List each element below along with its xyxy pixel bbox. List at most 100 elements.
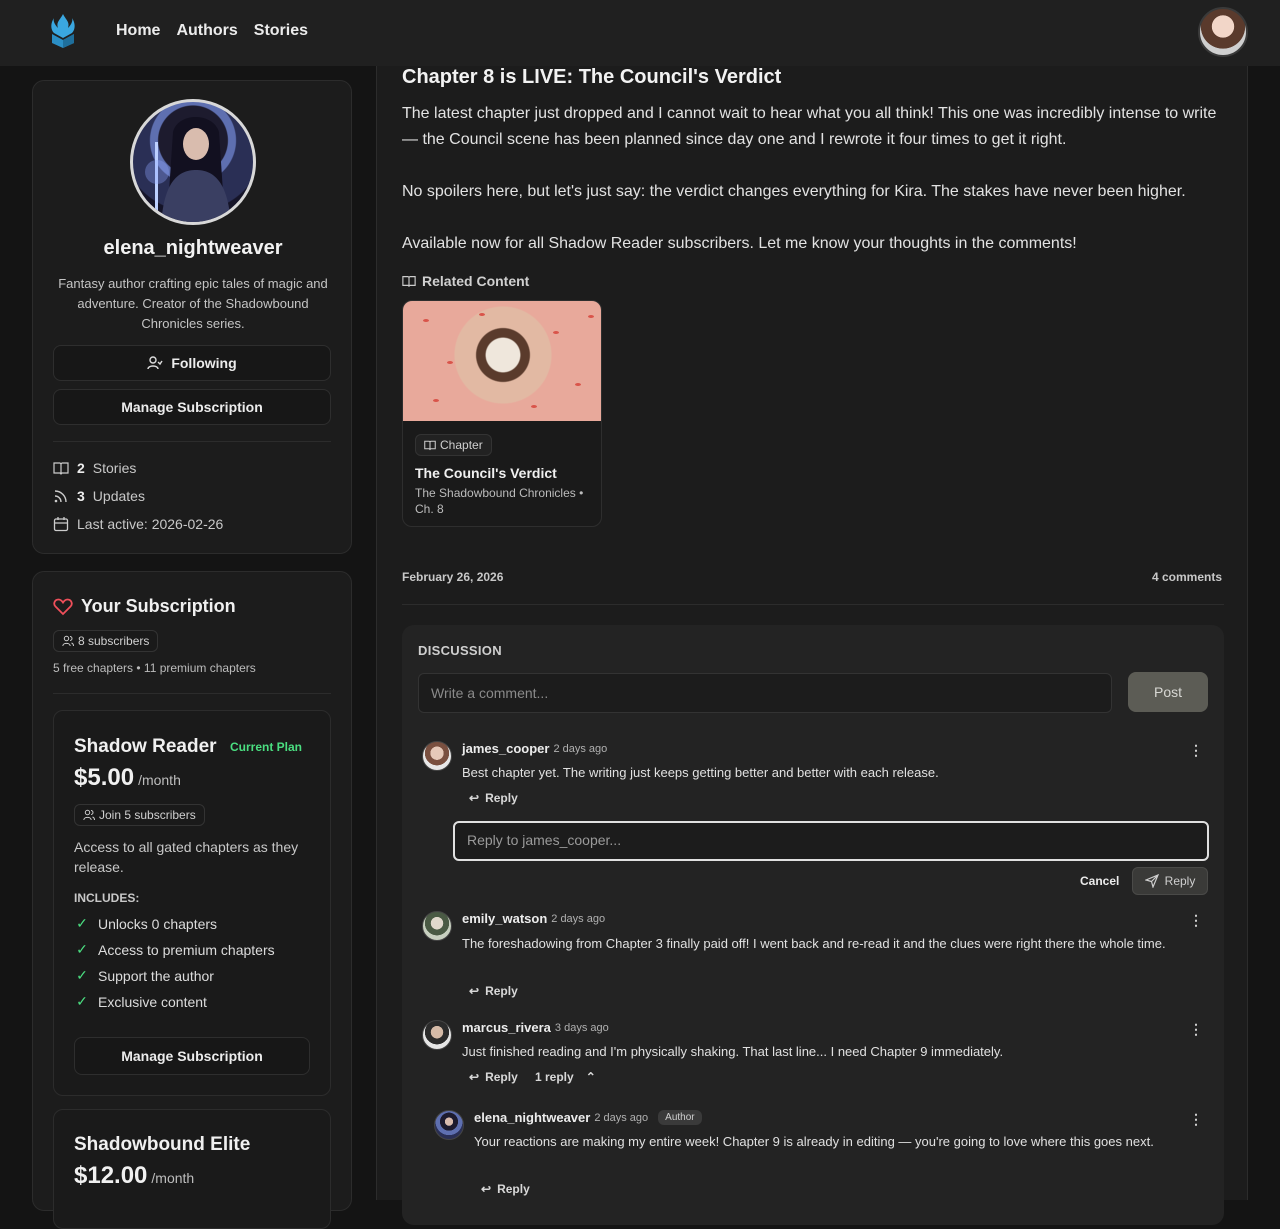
subscription-title-text: Your Subscription <box>81 596 236 616</box>
plan-period: /month <box>138 772 181 788</box>
subscribers-badge: 8 subscribers <box>53 630 159 652</box>
feature-text: Unlocks 0 chapters <box>98 915 218 932</box>
related-chapter-card[interactable]: Chapter The Council's Verdict The Shadow… <box>402 300 602 527</box>
subscription-card: Your Subscription 8 subscribers 5 free c… <box>32 571 352 1229</box>
reply-link[interactable]: ↩ Reply <box>469 984 518 998</box>
plan-manage-subscription-button[interactable]: Manage Subscription <box>74 1037 310 1075</box>
comment-text: The foreshadowing from Chapter 3 finally… <box>462 936 1166 951</box>
author-portrait-icon <box>145 117 231 222</box>
nav-authors[interactable]: Authors <box>176 22 237 40</box>
logo-icon[interactable] <box>48 12 78 48</box>
comments-count: 4 comments <box>1151 570 1222 584</box>
reply-label: Reply <box>497 1182 530 1196</box>
commenter-avatar[interactable] <box>422 741 452 771</box>
commenter-avatar[interactable] <box>422 1020 452 1050</box>
related-title: The Council's Verdict <box>415 465 557 481</box>
commenter-avatar[interactable] <box>434 1110 464 1140</box>
nav-home[interactable]: Home <box>116 22 160 40</box>
plan-price: $5.00/month <box>74 764 181 792</box>
heart-icon <box>53 598 73 615</box>
comment-header: elena_nightweaver 2 days ago Author <box>474 1110 702 1125</box>
check-icon: ✓ <box>76 941 88 957</box>
comment-time: 2 days ago <box>551 912 606 925</box>
post-paragraph: Available now for all Shadow Reader subs… <box>402 235 1077 252</box>
related-content-label: Related Content <box>402 273 529 289</box>
updates-count: 3 <box>77 488 85 504</box>
user-avatar[interactable] <box>1198 7 1248 57</box>
related-subtitle: The Shadowbound Chronicles • Ch. 8 <box>415 486 584 516</box>
comment-time: 3 days ago <box>554 1021 609 1034</box>
stories-stat[interactable]: 2 Stories <box>53 460 136 476</box>
toggle-replies-button[interactable]: 1 reply ⌃ <box>535 1070 596 1084</box>
last-active-stat: Last active: 2026-02-26 <box>53 516 223 532</box>
plan-feature: ✓ Unlocks 0 chapters <box>74 915 217 932</box>
plan-feature: ✓ Support the author <box>74 967 214 984</box>
author-profile-card: elena_nightweaver Fantasy author craftin… <box>32 80 352 554</box>
petal <box>423 319 429 322</box>
comment-username[interactable]: marcus_rivera <box>462 1020 551 1035</box>
plan-price-value: $12.00 <box>74 1162 148 1189</box>
petal <box>575 383 581 386</box>
main-nav: Home Authors Stories <box>116 22 308 40</box>
plan-feature: ✓ Exclusive content <box>74 993 207 1010</box>
comment-text: Best chapter yet. The writing just keeps… <box>462 765 939 780</box>
plan-price: $12.00/month <box>74 1162 194 1190</box>
comment-menu-icon[interactable]: ⋮ <box>1189 742 1203 759</box>
comment-username[interactable]: emily_watson <box>462 911 547 926</box>
send-icon <box>1144 874 1159 888</box>
commenter-avatar[interactable] <box>422 911 452 941</box>
subscription-title: Your Subscription <box>53 596 236 617</box>
comment-menu-icon[interactable]: ⋮ <box>1189 1021 1203 1038</box>
reply-label: Reply <box>485 984 518 998</box>
reply-arrow-icon: ↩ <box>469 1070 480 1084</box>
comment-text: Just finished reading and I'm physically… <box>462 1044 1004 1059</box>
comment-input[interactable]: Write a comment... <box>418 673 1112 713</box>
chapter-tag: Chapter <box>415 434 492 456</box>
author-badge: Author <box>658 1110 702 1125</box>
comment-username[interactable]: james_cooper <box>462 741 549 756</box>
comment-header: james_cooper 2 days ago <box>462 741 607 756</box>
feature-text: Support the author <box>98 967 214 984</box>
manage-subscription-button[interactable]: Manage Subscription <box>53 389 331 425</box>
manage-subscription-label: Manage Subscription <box>121 399 263 415</box>
post-comment-button[interactable]: Post <box>1128 672 1208 712</box>
comment-menu-icon[interactable]: ⋮ <box>1189 1111 1203 1128</box>
post-paragraph: The latest chapter just dropped and I ca… <box>402 105 1217 148</box>
reply-link[interactable]: ↩ Reply <box>481 1182 530 1196</box>
comment-username[interactable]: elena_nightweaver <box>474 1110 590 1125</box>
plan-price-value: $5.00 <box>74 764 135 791</box>
post-date: February 26, 2026 <box>402 570 504 584</box>
comment-menu-icon[interactable]: ⋮ <box>1189 912 1203 929</box>
following-label: Following <box>171 355 237 371</box>
post-paragraph: No spoilers here, but let's just say: th… <box>402 183 1186 200</box>
cancel-reply-button[interactable]: Cancel <box>1080 874 1119 888</box>
book-open-icon <box>402 276 416 288</box>
reply-link[interactable]: ↩ Reply <box>469 791 518 805</box>
book-icon <box>53 462 69 475</box>
reply-arrow-icon: ↩ <box>469 984 480 998</box>
submit-reply-button[interactable]: Reply <box>1132 867 1208 895</box>
post-divider <box>402 604 1224 605</box>
check-icon: ✓ <box>76 915 88 931</box>
nav-stories[interactable]: Stories <box>254 22 308 40</box>
petal <box>447 361 453 364</box>
petal <box>433 399 439 402</box>
following-button[interactable]: Following <box>53 345 331 381</box>
discussion-panel: DISCUSSION Write a comment... Post james… <box>402 625 1224 1225</box>
reply-link[interactable]: ↩ Reply <box>469 1070 518 1084</box>
check-icon: ✓ <box>76 993 88 1009</box>
reply-arrow-icon: ↩ <box>481 1182 492 1196</box>
comment-header: emily_watson 2 days ago <box>462 911 605 926</box>
updates-stat[interactable]: 3 Updates <box>53 488 145 504</box>
petal <box>479 313 485 316</box>
petal <box>531 405 537 408</box>
feature-text: Exclusive content <box>98 993 207 1010</box>
current-plan-badge: Current Plan <box>230 740 303 754</box>
comment-time: 2 days ago <box>594 1111 649 1124</box>
plan-manage-label: Manage Subscription <box>121 1048 263 1064</box>
last-active-text: Last active: 2026-02-26 <box>77 516 224 532</box>
author-name: elena_nightweaver <box>103 237 283 259</box>
user-check-icon <box>147 356 163 370</box>
reply-input[interactable]: Reply to james_cooper... <box>453 821 1209 861</box>
petal <box>553 331 559 334</box>
